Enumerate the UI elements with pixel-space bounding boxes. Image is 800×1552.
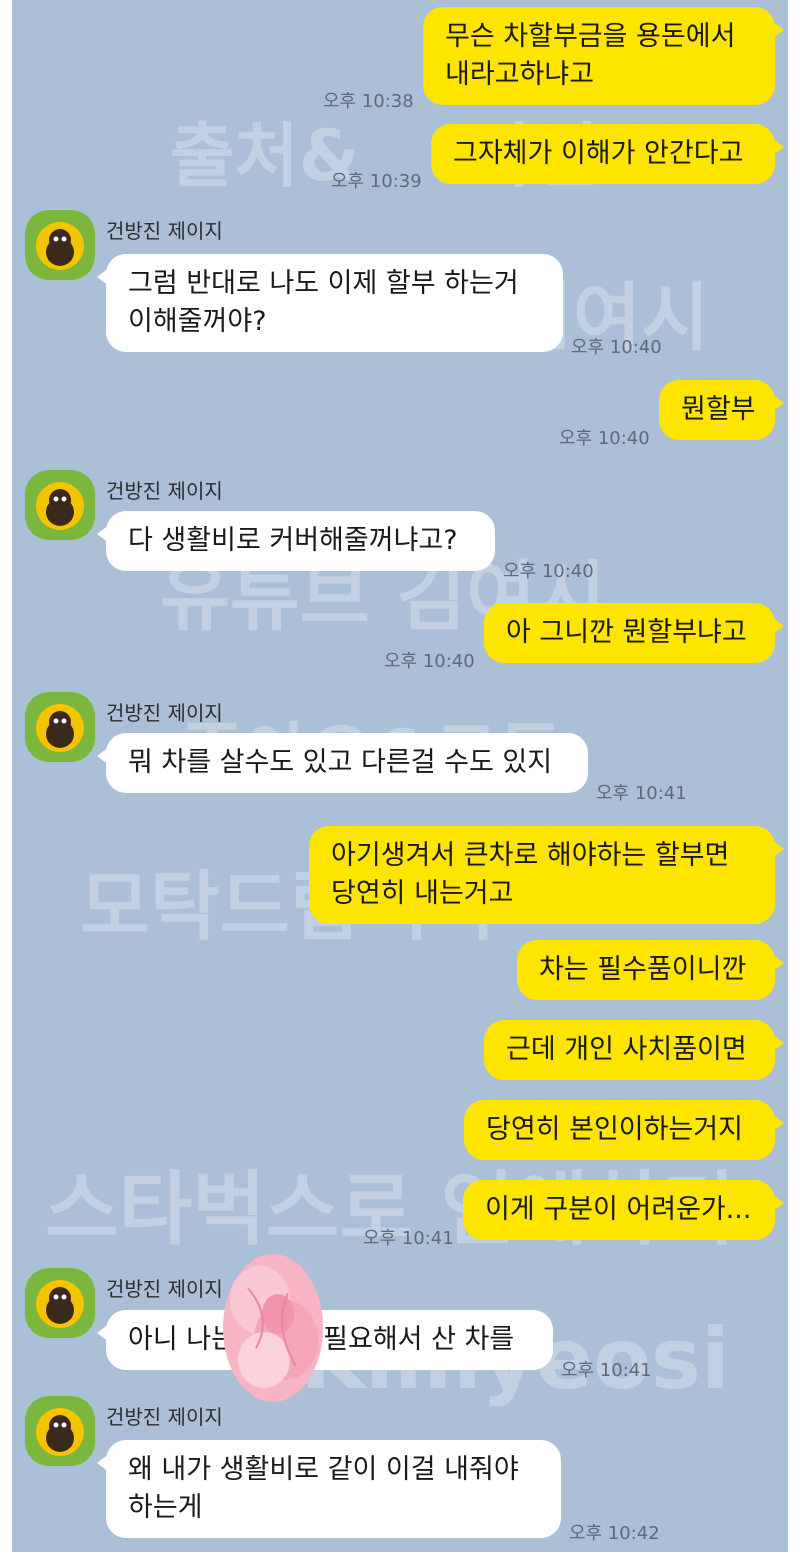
message-line: 뭐 차를 살수도 있고 다른걸 수도 있지 — [128, 747, 553, 778]
message-line: 근데 개인 사치품이면 — [506, 1034, 747, 1065]
message-time: 오후 10:41 — [561, 1360, 652, 1381]
contact-name: 건방진 제이지 — [106, 219, 223, 243]
contact-name: 건방진 제이지 — [106, 1405, 223, 1429]
message-time: 오후 10:41 — [596, 783, 687, 804]
their-message-bubble[interactable]: 왜 내가 생활비로 같이 이걸 내줘야 하는게 — [97, 1440, 561, 1538]
contact-avatar[interactable] — [25, 470, 95, 540]
my-message-bubble[interactable]: 아 그니깐 뭔할부냐고 — [484, 603, 784, 663]
contact-name: 건방진 제이지 — [106, 479, 223, 503]
message-line: 아기생겨서 큰차로 해야하는 할부면 — [331, 840, 730, 871]
their-message-bubble[interactable]: 다 생활비로 커버해줄꺼냐고? — [97, 511, 495, 571]
message-line: 다 생활비로 커버해줄꺼냐고? — [128, 525, 458, 556]
contact-avatar[interactable] — [25, 1396, 95, 1466]
left-margin — [0, 0, 12, 1552]
message-time: 오후 10:40 — [571, 337, 662, 358]
message-line: 당연히 본인이하는거지 — [486, 1114, 743, 1145]
my-message-bubble[interactable]: 차는 필수품이니깐 — [517, 940, 784, 1000]
contact-name: 건방진 제이지 — [106, 1277, 223, 1301]
their-message-bubble[interactable]: 아니 나는 필요해서 산 차를 — [97, 1310, 553, 1370]
message-line: 뭔할부 — [681, 394, 756, 425]
message-line: 하는게 — [128, 1492, 203, 1523]
message-time: 오후 10:39 — [331, 171, 422, 192]
my-message-bubble[interactable]: 무슨 차할부금을 용돈에서 내라고하냐고 — [423, 7, 784, 105]
message-line: 아 그니깐 뭔할부냐고 — [506, 617, 747, 648]
my-message-bubble[interactable]: 그자체가 이해가 안간다고 — [431, 124, 784, 184]
message-line: 당연히 내는거고 — [331, 878, 514, 909]
message-line: 차는 필수품이니깐 — [539, 954, 747, 985]
message-line: 이해줄꺼야? — [128, 306, 267, 337]
message-line: 그럼 반대로 나도 이제 할부 하는거 — [128, 268, 519, 299]
my-message-bubble[interactable]: 근데 개인 사치품이면 — [484, 1020, 784, 1080]
my-message-bubble[interactable]: 아기생겨서 큰차로 해야하는 할부면 당연히 내는거고 — [309, 826, 784, 924]
message-time: 오후 10:40 — [559, 428, 650, 449]
message-line: 왜 내가 생활비로 같이 이걸 내줘야 — [128, 1454, 519, 1485]
contact-avatar[interactable] — [25, 1268, 95, 1338]
message-line: 이게 구분이 어려운가... — [485, 1194, 752, 1225]
message-time: 오후 10:38 — [323, 91, 414, 112]
my-message-bubble[interactable]: 뭔할부 — [659, 380, 784, 440]
right-margin — [788, 0, 800, 1552]
message-time: 오후 10:41 — [363, 1228, 454, 1249]
their-message-bubble[interactable]: 그럼 반대로 나도 이제 할부 하는거 이해줄꺼야? — [97, 254, 563, 352]
contact-name: 건방진 제이지 — [106, 701, 223, 725]
my-message-bubble[interactable]: 당연히 본인이하는거지 — [464, 1100, 784, 1160]
flower-sticker-icon — [223, 1254, 323, 1402]
message-time: 오후 10:40 — [503, 561, 594, 582]
contact-avatar[interactable] — [25, 692, 95, 762]
message-time: 오후 10:40 — [384, 651, 475, 672]
message-line: 무슨 차할부금을 용돈에서 — [445, 21, 736, 52]
their-message-bubble[interactable]: 뭐 차를 살수도 있고 다른걸 수도 있지 — [97, 733, 588, 793]
message-line: 그자체가 이해가 안간다고 — [453, 138, 744, 169]
contact-avatar[interactable] — [25, 210, 95, 280]
message-line: 내라고하냐고 — [445, 59, 595, 90]
message-line: 필요해서 산 차를 — [323, 1324, 515, 1355]
message-time: 오후 10:42 — [569, 1523, 660, 1544]
my-message-bubble[interactable]: 이게 구분이 어려운가... — [463, 1180, 784, 1240]
